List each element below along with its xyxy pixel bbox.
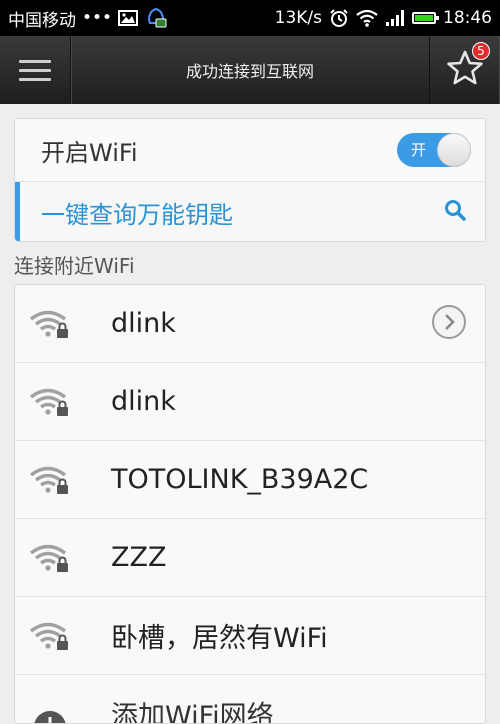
network-item[interactable]: 卧槽，居然有WiFi <box>15 597 485 675</box>
network-item[interactable]: dlink <box>15 363 485 441</box>
wifi-lock-icon <box>29 307 71 341</box>
notification-badge: 5 <box>472 42 490 60</box>
add-icon <box>29 697 71 724</box>
toggle-state-label: 开 <box>411 133 426 167</box>
page-title: 成功连接到互联网 <box>72 36 428 104</box>
clock: 18:46 <box>443 8 492 28</box>
network-item[interactable]: dlink <box>15 285 485 363</box>
image-notification-icon <box>118 10 138 26</box>
wifi-lock-icon <box>29 541 71 575</box>
favorites-button[interactable]: 5 <box>429 36 500 104</box>
wifi-network-list: dlink dlink TOTOLINK_B39A2C ZZZ 卧槽，居然有Wi… <box>14 284 486 724</box>
wifi-toggle-label: 开启WiFi <box>41 133 138 168</box>
menu-button[interactable] <box>0 36 71 104</box>
query-label: 一键查询万能钥匙 <box>41 195 233 230</box>
wifi-lock-icon <box>29 385 71 419</box>
wifi-status-icon <box>356 9 378 27</box>
app-notification-icon <box>144 5 168 31</box>
network-item[interactable]: ZZZ <box>15 519 485 597</box>
toggle-knob <box>437 133 471 167</box>
add-network-label: 添加WiFi网络 <box>111 694 274 724</box>
chevron-right-icon[interactable] <box>431 304 467 344</box>
network-ssid: dlink <box>111 386 176 417</box>
wifi-lock-icon <box>29 619 71 653</box>
alarm-icon <box>329 8 349 28</box>
search-icon <box>443 198 467 228</box>
title-bar: 成功连接到互联网 5 <box>0 36 500 104</box>
network-item[interactable]: TOTOLINK_B39A2C <box>15 441 485 519</box>
carrier-name: 中国移动 <box>8 6 76 31</box>
signal-dots: ••• <box>82 8 112 28</box>
network-ssid: dlink <box>111 308 176 339</box>
wifi-settings-card: 开启WiFi 开 一键查询万能钥匙 <box>14 118 486 242</box>
menu-icon <box>19 54 51 87</box>
network-ssid: TOTOLINK_B39A2C <box>111 464 368 495</box>
nearby-wifi-heading: 连接附近WiFi <box>14 250 135 279</box>
status-bar: 中国移动 ••• 13K/s 18:46 <box>0 0 500 36</box>
network-speed: 13K/s <box>275 8 322 28</box>
wifi-lock-icon <box>29 463 71 497</box>
battery-icon <box>412 12 436 24</box>
network-ssid: 卧槽，居然有WiFi <box>111 616 328 655</box>
wifi-toggle-row: 开启WiFi 开 <box>15 119 485 182</box>
add-wifi-network-button[interactable]: 添加WiFi网络 <box>15 675 485 724</box>
master-key-query-button[interactable]: 一键查询万能钥匙 <box>15 182 485 242</box>
cell-signal-icon <box>385 9 405 27</box>
network-ssid: ZZZ <box>111 542 167 573</box>
wifi-toggle-switch[interactable]: 开 <box>397 133 471 167</box>
